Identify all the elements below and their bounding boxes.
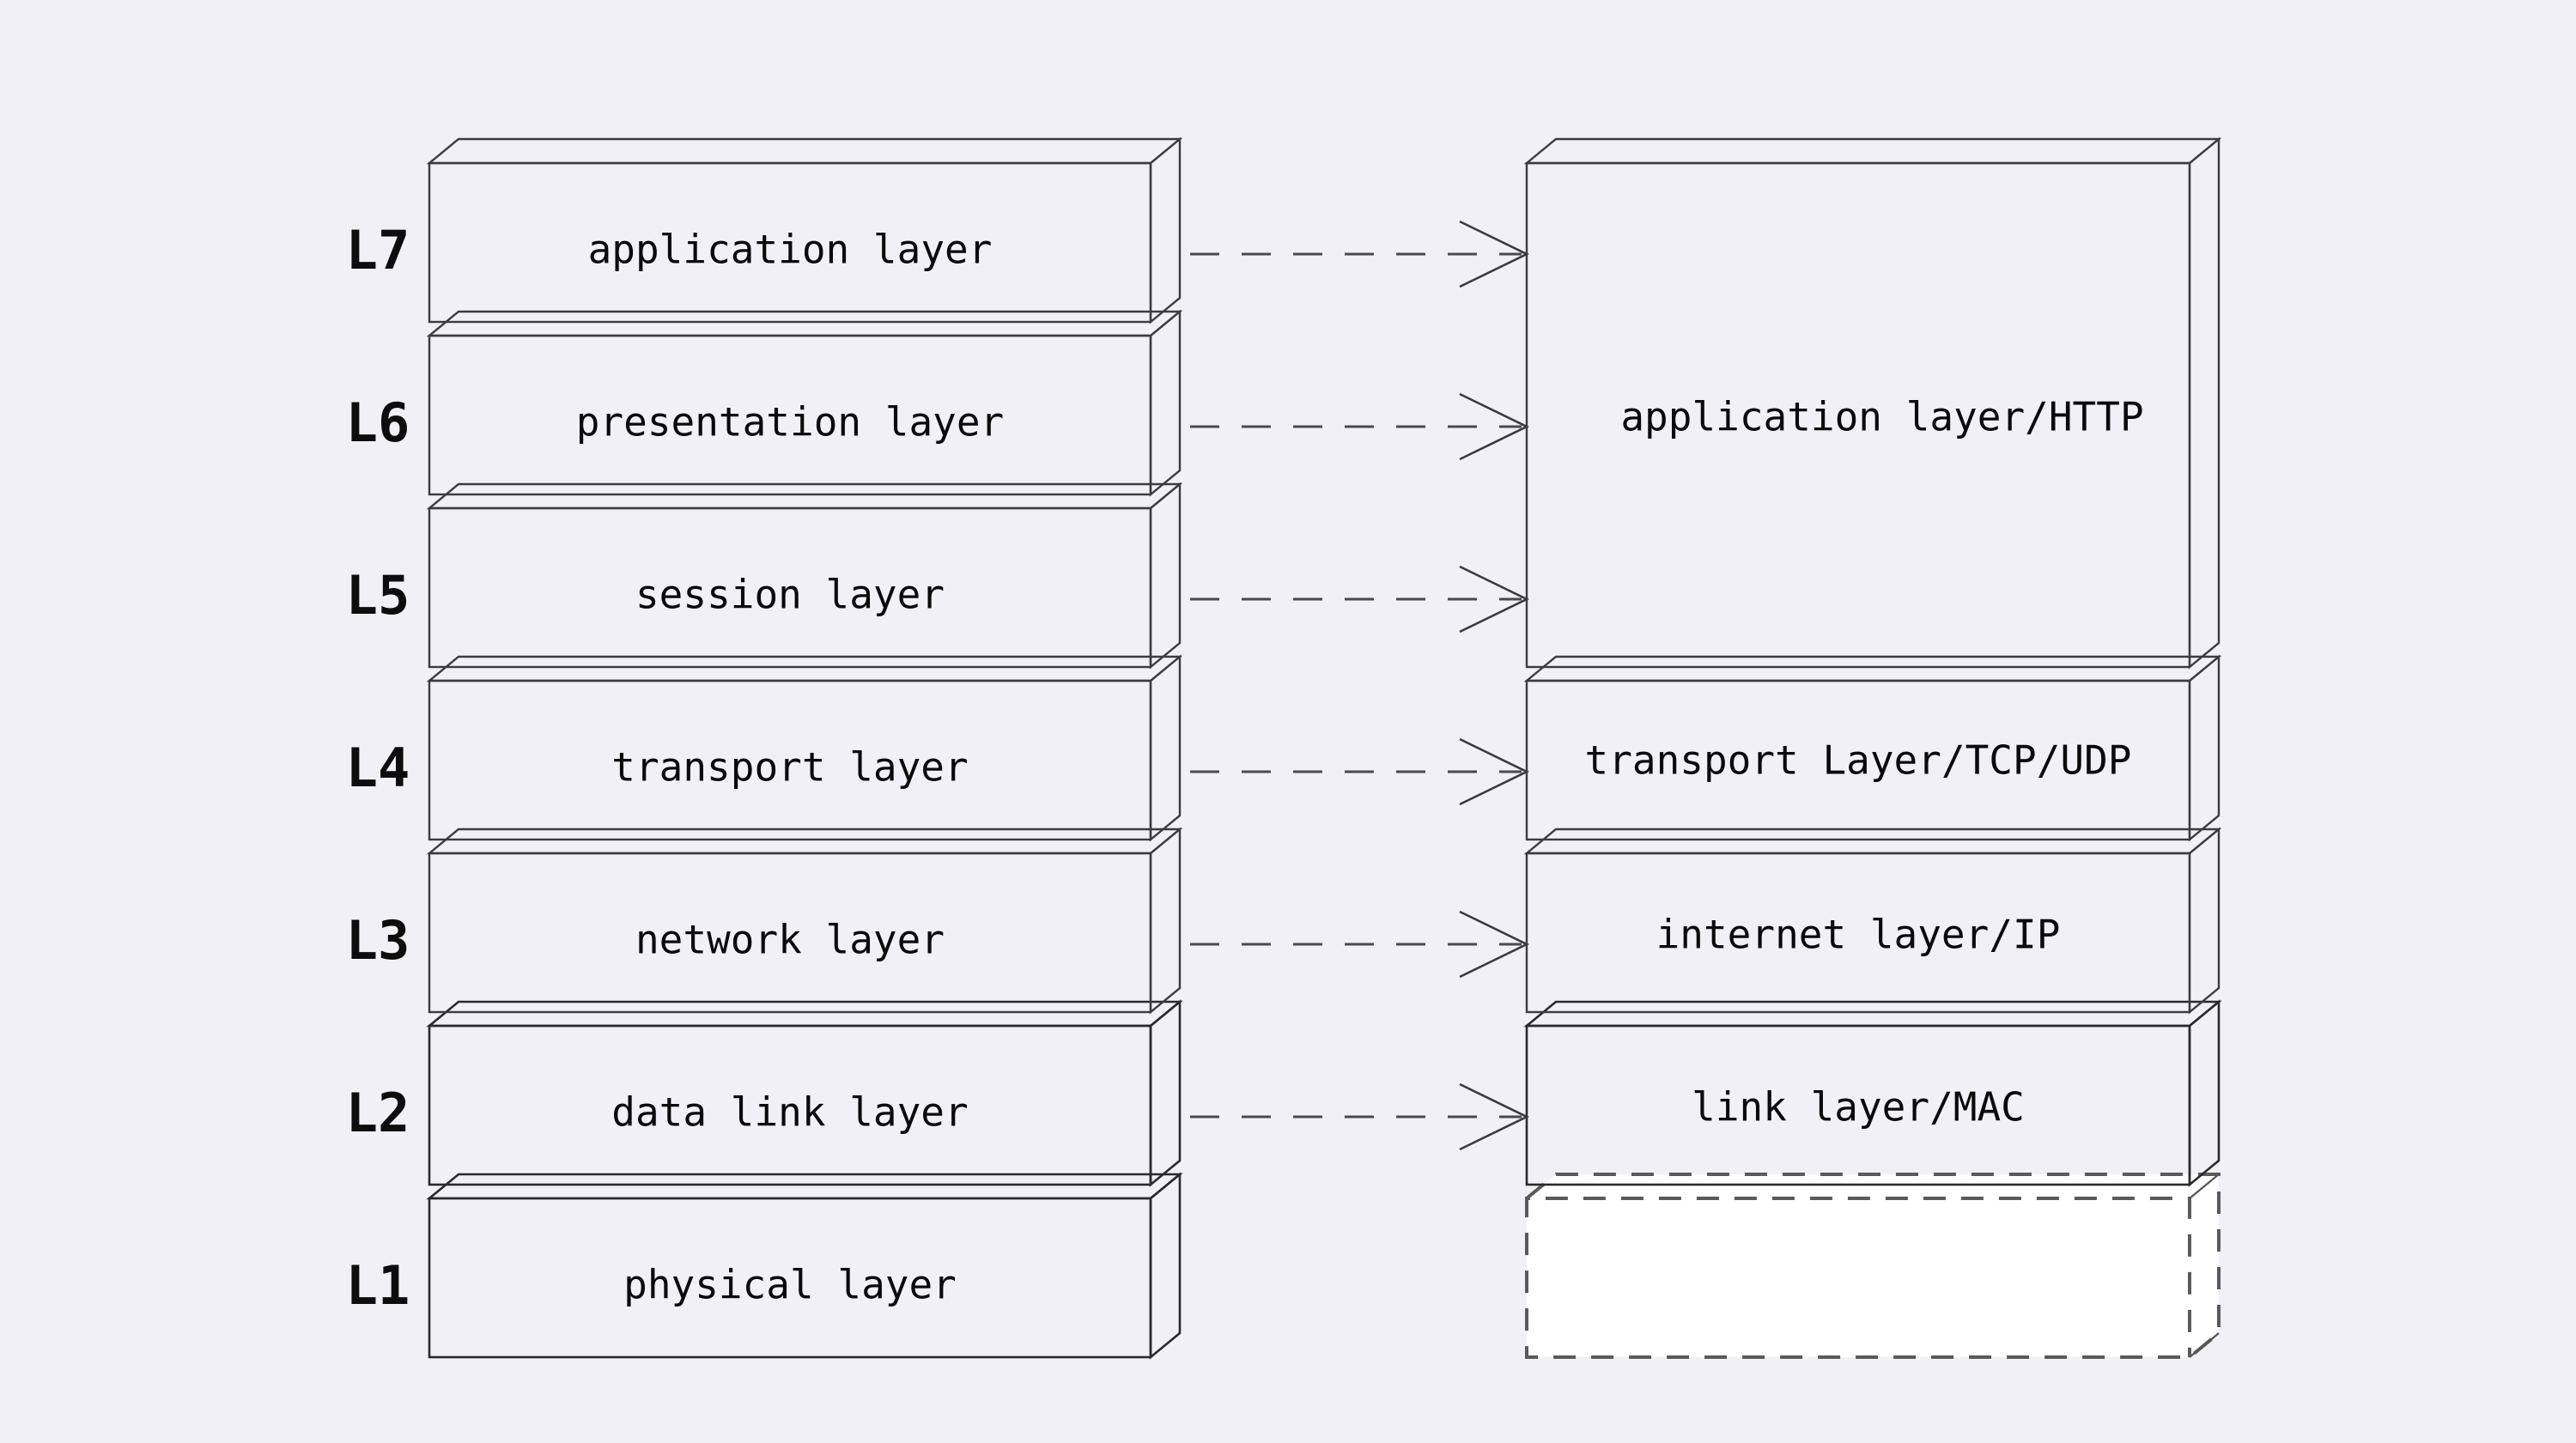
tcpip-link-top-face <box>1523 1000 2222 1028</box>
osi-l2-side-face <box>1149 999 1182 1187</box>
osi-l1-side-face <box>1149 1172 1182 1360</box>
tcpip-layer-ghost-empty[interactable] <box>1525 1173 2221 1359</box>
tcpip-internet-label: internet layer/IP <box>1656 912 2061 958</box>
tcpip-transport-side-face <box>2188 654 2221 842</box>
osi-l4-side-face <box>1149 654 1182 842</box>
osi-layer-l6-presentation[interactable]: presentation layer <box>426 309 1183 497</box>
tcpip-layer-application-http[interactable]: application layer/HTTP <box>1523 136 2222 670</box>
mapping-arrow-l3 <box>1190 910 1529 979</box>
tcpip-ghost-top-face-fill <box>1527 1174 2219 1198</box>
osi-layer-l4-transport[interactable]: transport layer <box>426 654 1183 842</box>
tcpip-transport-top-face <box>1523 655 2222 682</box>
mapping-arrow-l5 <box>1190 565 1529 634</box>
level-label-l1: L1 <box>346 1254 410 1317</box>
osi-l6-top-face <box>426 310 1183 337</box>
mapping-arrow-l7 <box>1190 220 1529 288</box>
osi-l7-side-face <box>1149 136 1182 324</box>
mapping-arrow-l6 <box>1190 392 1529 461</box>
level-label-column: L7 L6 L5 L4 L3 L2 L1 <box>346 219 410 1317</box>
osi-l4-top-face <box>426 655 1183 682</box>
osi-l5-label: session layer <box>635 572 945 618</box>
osi-l7-label: application layer <box>588 227 993 273</box>
diagram-canvas: L7 L6 L5 L4 L3 L2 L1 physical layer data… <box>0 0 2576 1443</box>
osi-tcpip-mapping-diagram: L7 L6 L5 L4 L3 L2 L1 physical layer data… <box>346 136 2222 1360</box>
osi-layer-l7-application[interactable]: application layer <box>426 136 1183 324</box>
osi-layer-l5-session[interactable]: session layer <box>426 482 1183 670</box>
osi-l7-top-face <box>426 137 1183 165</box>
tcpip-link-side-face <box>2188 999 2221 1187</box>
tcpip-internet-side-face <box>2188 827 2221 1015</box>
osi-l5-side-face <box>1149 482 1182 670</box>
mapping-arrow-l4 <box>1190 737 1529 806</box>
tcpip-transport-label: transport Layer/TCP/UDP <box>1585 737 2132 784</box>
tcpip-layer-transport[interactable]: transport Layer/TCP/UDP <box>1523 654 2222 842</box>
osi-l3-top-face <box>426 828 1183 855</box>
level-label-l2: L2 <box>346 1082 410 1144</box>
mapping-arrow-l2 <box>1190 1082 1529 1151</box>
osi-l4-label: transport layer <box>611 744 968 791</box>
tcpip-internet-top-face <box>1523 828 2222 855</box>
osi-l2-label: data link layer <box>611 1089 968 1136</box>
osi-l2-top-face <box>426 1000 1183 1028</box>
osi-l6-label: presentation layer <box>576 399 1005 446</box>
tcpip-layer-internet-ip[interactable]: internet layer/IP <box>1523 827 2222 1015</box>
osi-l3-side-face <box>1149 827 1182 1015</box>
osi-layer-l3-network[interactable]: network layer <box>426 827 1183 1015</box>
osi-l5-top-face <box>426 482 1183 510</box>
tcpip-layer-link-mac[interactable]: link layer/MAC <box>1523 999 2222 1187</box>
osi-l3-label: network layer <box>635 917 945 963</box>
tcpip-application-label: application layer/HTTP <box>1620 394 2143 440</box>
tcpip-application-top-face <box>1523 137 2222 165</box>
tcpip-ghost-side-face-fill <box>2190 1174 2219 1357</box>
osi-layer-l1-physical[interactable]: physical layer <box>426 1172 1183 1360</box>
level-label-l6: L6 <box>346 391 410 454</box>
level-label-l7: L7 <box>346 219 410 282</box>
tcpip-link-label: link layer/MAC <box>1692 1084 2025 1131</box>
tcpip-application-side-face <box>2188 136 2221 670</box>
level-label-l5: L5 <box>346 564 410 627</box>
osi-l1-top-face <box>426 1173 1183 1200</box>
osi-l6-side-face <box>1149 309 1182 497</box>
level-label-l4: L4 <box>346 737 410 799</box>
osi-layer-l2-data-link[interactable]: data link layer <box>426 999 1183 1187</box>
level-label-l3: L3 <box>346 909 410 972</box>
tcpip-ghost-front-face-fill <box>1527 1198 2190 1357</box>
osi-l1-label: physical layer <box>623 1262 957 1308</box>
